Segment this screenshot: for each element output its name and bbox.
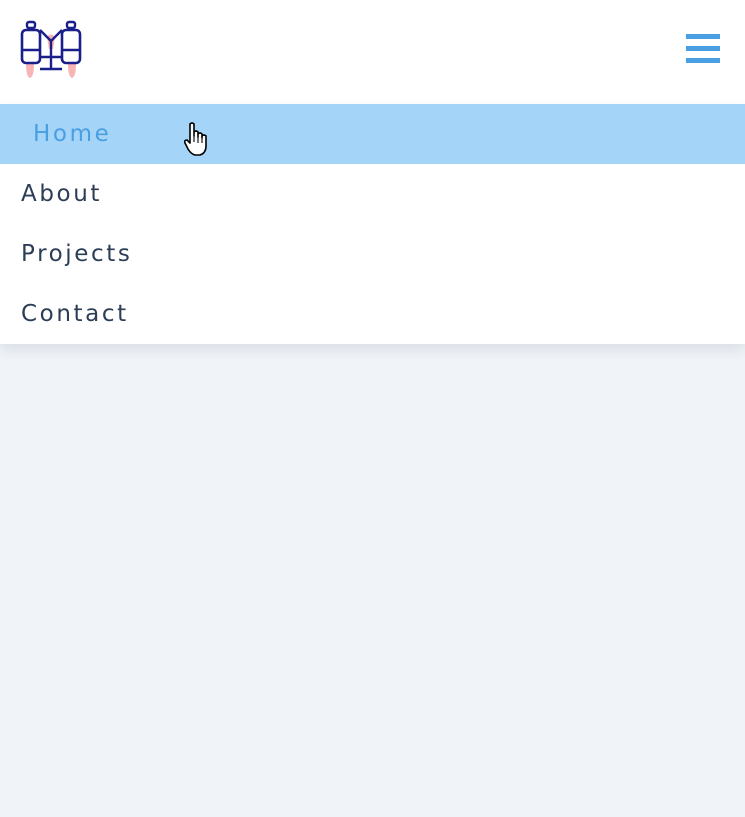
nav-item-about[interactable]: About [0,164,745,224]
hamburger-menu-icon-bar [686,58,720,63]
page: Home About Projects Contact [0,0,745,817]
site-header [0,0,745,104]
nav-item-contact[interactable]: Contact [0,284,745,344]
nav-item-projects[interactable]: Projects [0,224,745,284]
dropdown-nav-menu: Home About Projects Contact [0,104,745,344]
jetpack-icon [20,20,82,78]
logo-link[interactable] [20,19,82,81]
hamburger-menu-icon-bar [686,46,720,51]
menu-toggle-button[interactable] [686,34,722,64]
hamburger-menu-icon-bar [686,34,720,39]
nav-item-home[interactable]: Home [0,104,745,164]
